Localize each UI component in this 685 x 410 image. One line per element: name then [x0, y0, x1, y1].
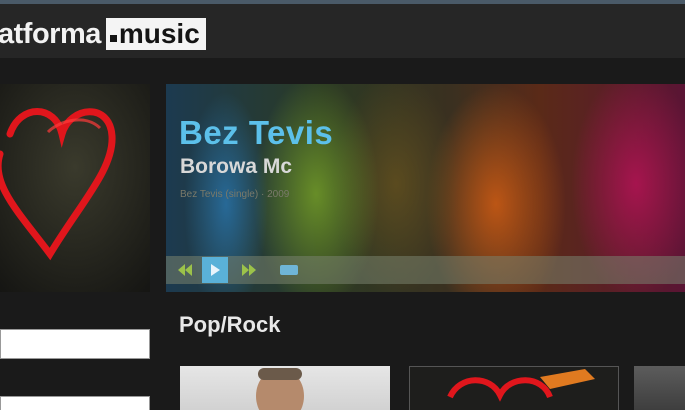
site-logo[interactable]: atforma music [0, 17, 206, 51]
site-header: atforma music [0, 4, 685, 58]
sidebar-input-1[interactable] [0, 329, 150, 359]
track-title[interactable]: Bez Tevis [179, 114, 333, 152]
heart-artwork-thumb [447, 369, 595, 402]
track-artist[interactable]: Borowa Mc [180, 155, 292, 179]
heart-artwork [0, 84, 150, 292]
volume-icon[interactable] [280, 265, 298, 275]
artist-photo [256, 368, 304, 410]
logo-box: music [105, 18, 206, 50]
play-button[interactable] [202, 257, 228, 283]
logo-text: atforma [0, 18, 101, 50]
now-playing-panel: Bez Tevis Borowa Mc Bez Tevis (single) ·… [166, 84, 685, 292]
album-thumbnail-1[interactable] [180, 366, 390, 410]
play-icon [211, 264, 220, 276]
logo-box-text: music [118, 18, 200, 49]
skip-forward-button[interactable] [236, 257, 262, 283]
logo-dot [109, 34, 117, 42]
player-controls [166, 256, 685, 284]
album-thumbnail-3[interactable] [634, 366, 685, 410]
skip-back-icon [178, 264, 192, 276]
skip-back-button[interactable] [172, 257, 198, 283]
album-thumbnail-2[interactable] [409, 366, 619, 410]
sidebar-input-2[interactable] [0, 396, 150, 410]
album-cover[interactable] [0, 84, 150, 292]
skip-forward-icon [242, 264, 256, 276]
track-meta: Bez Tevis (single) · 2009 [180, 189, 290, 200]
section-heading: Pop/Rock [179, 312, 281, 337]
